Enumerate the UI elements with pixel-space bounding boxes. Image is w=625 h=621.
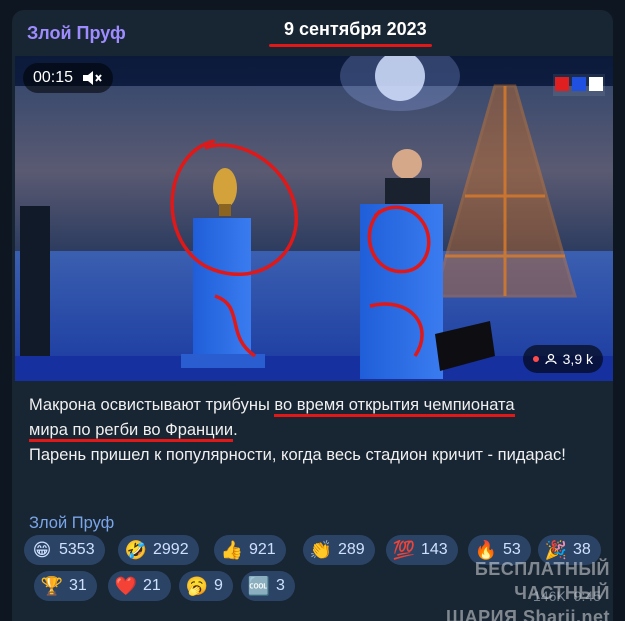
reaction-count: 5353 bbox=[59, 541, 95, 558]
reaction-count: 3 bbox=[276, 577, 285, 594]
tf1-logo-icon bbox=[553, 74, 605, 96]
thumbs-up-icon: 👍 bbox=[220, 540, 244, 560]
video-time: 00:15 bbox=[33, 69, 74, 86]
post-text-line2: Парень пришел к популярности, когда весь… bbox=[29, 446, 566, 464]
person-icon bbox=[544, 353, 557, 365]
post-views: 146K bbox=[533, 588, 566, 604]
reaction-cool[interactable]: 🆒 3 bbox=[241, 571, 295, 601]
post-text-part2: во время открытия чемпионата bbox=[274, 396, 515, 417]
video-views-badge: 3,9 k bbox=[522, 345, 603, 373]
video-frame bbox=[15, 56, 613, 381]
video-views-count: 3,9 k bbox=[562, 351, 593, 367]
reaction-count: 31 bbox=[69, 577, 87, 594]
date-underline-annotation bbox=[269, 44, 432, 47]
channel-name[interactable]: Злой Пруф bbox=[27, 23, 126, 44]
signature-link[interactable]: Злой Пруф bbox=[29, 514, 114, 533]
clapping-hands-icon: 👏 bbox=[309, 540, 333, 560]
reaction-clap[interactable]: 👏 289 bbox=[303, 535, 375, 565]
watermark-line2: ШАРИЯ Sharij.net bbox=[446, 607, 610, 621]
live-dot-icon bbox=[532, 356, 539, 362]
reaction-grin[interactable]: 😁 5353 bbox=[24, 535, 105, 565]
rofl-face-icon: 🤣 bbox=[124, 540, 148, 560]
red-heart-icon: ❤️ bbox=[114, 576, 138, 596]
reaction-count: 921 bbox=[249, 541, 276, 558]
post-text-part1: Макрона освистывают трибуны bbox=[29, 396, 275, 414]
reaction-count: 9 bbox=[214, 577, 223, 594]
reaction-rofl[interactable]: 🤣 2992 bbox=[118, 535, 199, 565]
reaction-count: 21 bbox=[143, 577, 161, 594]
cool-button-icon: 🆒 bbox=[247, 576, 271, 596]
reaction-thumbs-up[interactable]: 👍 921 bbox=[214, 535, 286, 565]
reaction-count: 2992 bbox=[153, 541, 189, 558]
post-text-part4: . bbox=[233, 421, 238, 439]
grinning-face-icon: 😁 bbox=[32, 540, 52, 560]
post-time: 9:45 bbox=[573, 588, 601, 604]
video-timer[interactable]: 00:15 bbox=[23, 63, 114, 93]
post-text-part3: мира по регби во Франции bbox=[29, 421, 234, 442]
reaction-heart[interactable]: ❤️ 21 bbox=[108, 571, 171, 601]
post-text: Макрона освистывают трибуны во время отк… bbox=[29, 393, 609, 468]
yawning-face-icon: 🥱 bbox=[185, 576, 209, 596]
channel-post: Злой Пруф 9 сентября 2023 00:15 3,9 k Ма… bbox=[12, 10, 613, 621]
video-player[interactable]: 00:15 3,9 k bbox=[15, 56, 613, 381]
speaker-muted-icon[interactable] bbox=[81, 69, 103, 87]
trophy-icon: 🏆 bbox=[40, 576, 64, 596]
post-meta: 146K 9:45 bbox=[533, 588, 601, 604]
post-date: 9 сентября 2023 bbox=[284, 19, 427, 39]
reaction-yawn[interactable]: 🥱 9 bbox=[179, 571, 233, 601]
reaction-count: 289 bbox=[338, 541, 365, 558]
reaction-trophy[interactable]: 🏆 31 bbox=[34, 571, 97, 601]
